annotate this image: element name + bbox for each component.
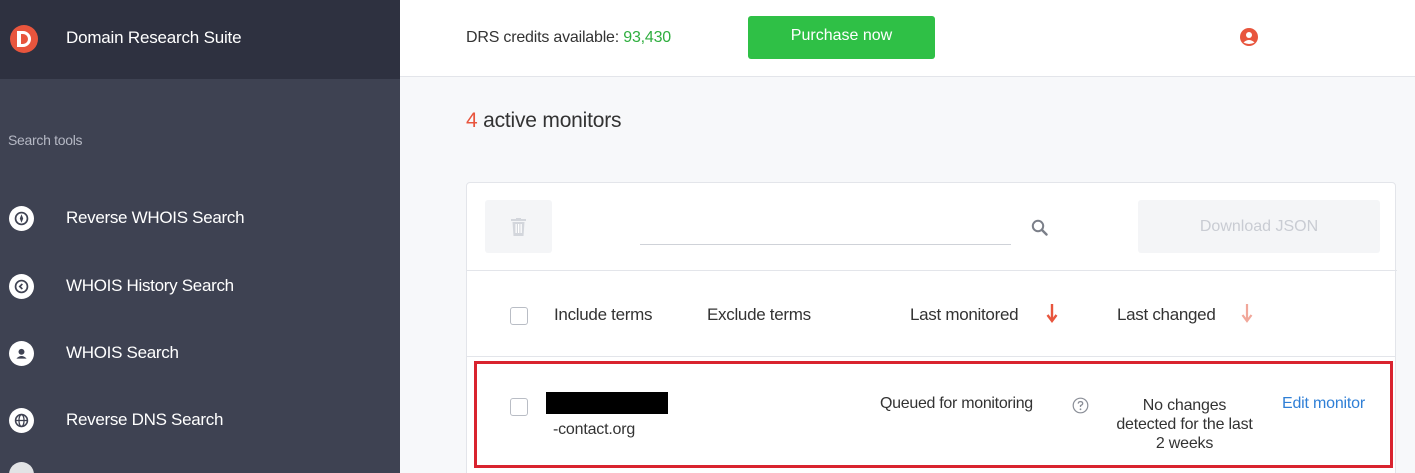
sidebar-item-label: Reverse DNS Search — [66, 410, 224, 429]
help-icon[interactable] — [1072, 397, 1089, 414]
active-monitors-count: 4 — [466, 109, 478, 132]
credits-display: DRS credits available: 93,430 — [466, 29, 671, 47]
user-icon[interactable] — [1239, 27, 1259, 47]
sidebar: Domain Research Suite Search tools Rever… — [0, 0, 400, 473]
page-title: 4 active monitors — [466, 109, 622, 133]
sidebar-item-reverse-dns[interactable]: Reverse DNS Search — [0, 395, 400, 445]
row-checkbox[interactable] — [510, 398, 528, 416]
column-last-monitored[interactable]: Last monitored — [910, 305, 1019, 325]
credits-label: DRS credits available: — [466, 29, 624, 46]
top-bar: DRS credits available: 93,430 Purchase n… — [400, 0, 1415, 77]
sidebar-header: Domain Research Suite — [0, 0, 400, 79]
monitor-status: Queued for monitoring — [880, 395, 1033, 412]
credits-value: 93,430 — [623, 29, 671, 46]
sidebar-item-reverse-whois[interactable]: Reverse WHOIS Search — [0, 193, 400, 243]
sidebar-item-label: WHOIS Search — [66, 343, 179, 362]
logo-icon[interactable] — [10, 25, 38, 53]
active-monitors-label: active monitors — [477, 109, 622, 132]
column-last-changed[interactable]: Last changed — [1117, 305, 1216, 325]
row-divider — [467, 356, 1395, 357]
sidebar-item-label: WHOIS History Search — [66, 276, 234, 295]
sidebar-item-whois-history[interactable]: WHOIS History Search — [0, 261, 400, 311]
delete-button[interactable] — [485, 200, 552, 253]
search-icon[interactable] — [1031, 219, 1048, 236]
edit-monitor-link[interactable]: Edit monitor — [1282, 395, 1365, 413]
domain-name: -contact.org — [553, 421, 636, 438]
last-changed-status: No changes detected for the last 2 weeks — [1116, 397, 1253, 452]
sort-down-arrow-icon[interactable] — [1241, 303, 1253, 323]
purchase-now-button[interactable]: Purchase now — [748, 16, 935, 59]
select-all-checkbox[interactable] — [510, 307, 528, 325]
person-icon — [9, 341, 34, 366]
search-input[interactable] — [640, 213, 1011, 245]
redacted-domain-block — [546, 392, 668, 414]
sidebar-section-label: Search tools — [8, 132, 83, 148]
sidebar-item-whois-search[interactable]: WHOIS Search — [0, 328, 400, 378]
compass-icon — [9, 206, 34, 231]
globe-icon — [9, 408, 34, 433]
column-include-terms[interactable]: Include terms — [554, 305, 652, 325]
column-exclude-terms[interactable]: Exclude terms — [707, 305, 811, 325]
sort-down-arrow-icon[interactable] — [1046, 303, 1058, 323]
history-icon — [9, 274, 34, 299]
monitors-toolbar: Download JSON — [467, 183, 1397, 271]
sidebar-item-partial-icon[interactable] — [9, 462, 34, 473]
sidebar-item-label: Reverse WHOIS Search — [66, 208, 245, 227]
app-title[interactable]: Domain Research Suite — [66, 28, 242, 48]
trash-icon — [511, 218, 526, 236]
download-json-button[interactable]: Download JSON — [1138, 200, 1380, 253]
